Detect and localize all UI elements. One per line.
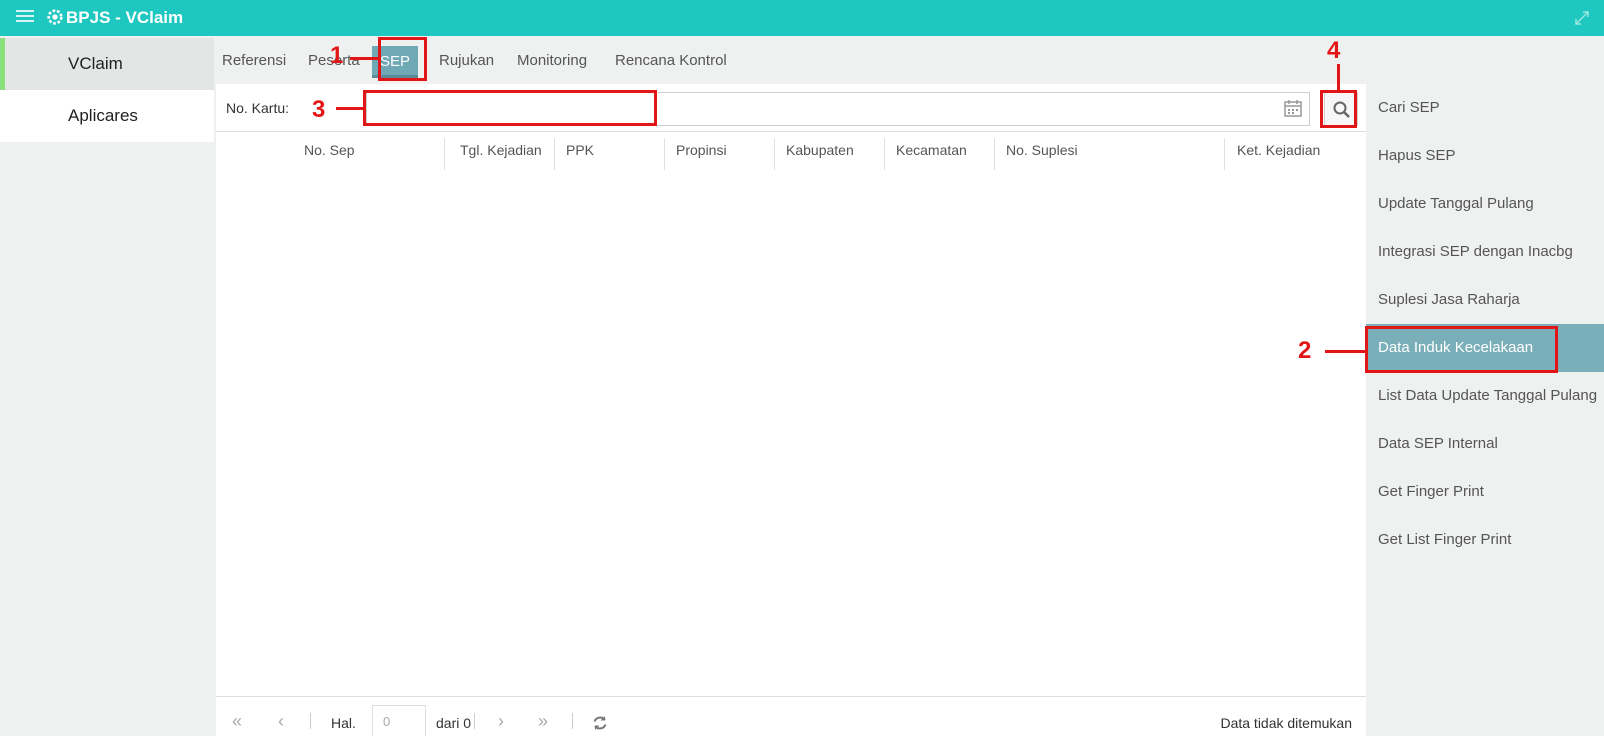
no-kartu-label: No. Kartu: [226,100,290,116]
tab-monitoring[interactable]: Monitoring [517,48,587,74]
calendar-icon[interactable] [1284,99,1302,117]
table-header: No. Sep Tgl. Kejadian PPK Propinsi Kabup… [216,132,1366,170]
annotation-number-3: 3 [312,96,326,123]
column-divider [1224,138,1225,170]
tab-referensi[interactable]: Referensi [222,48,286,74]
annotation-line-4 [1337,64,1340,90]
annotation-number-1: 1 [330,42,344,69]
annotation-box-2 [1365,326,1558,373]
previous-page-icon[interactable]: ‹ [278,711,284,732]
next-page-icon[interactable]: › [498,711,504,732]
menu-item-cari-sep[interactable]: Cari SEP [1366,84,1604,132]
menu-item-suplesi-jasa-raharja[interactable]: Suplesi Jasa Raharja [1366,276,1604,324]
column-divider [664,138,665,170]
annotation-number-2: 2 [1298,337,1312,364]
tab-rujukan[interactable]: Rujukan [439,48,494,74]
left-navigation: VClaim Aplicares [0,36,214,736]
nav-item-vclaim[interactable]: VClaim [0,38,214,90]
app-title: BPJS - VClaim [66,8,184,27]
page-label: Hal. [331,715,356,731]
last-page-icon[interactable]: » [538,711,548,732]
column-header-kabupaten[interactable]: Kabupaten [786,142,854,158]
nav-item-aplicares[interactable]: Aplicares [0,90,214,142]
annotation-box-3 [363,90,657,126]
annotation-number-4: 4 [1327,37,1341,64]
column-header-no-suplesi[interactable]: No. Suplesi [1006,142,1078,158]
column-header-kecamatan[interactable]: Kecamatan [896,142,967,158]
tab-rencana-kontrol[interactable]: Rencana Kontrol [615,48,727,74]
annotation-line-1 [350,57,378,60]
refresh-icon[interactable] [592,715,608,731]
column-divider [444,138,445,170]
pager-divider [310,713,311,729]
menu-item-get-finger-print[interactable]: Get Finger Print [1366,468,1604,516]
annotation-line-2 [1325,350,1365,353]
main-content: No. Kartu: No. Sep Tgl. Kejadian PPK Pro… [216,84,1366,736]
column-header-propinsi[interactable]: Propinsi [676,142,727,158]
first-page-icon[interactable]: « [232,711,242,732]
page-number-input[interactable]: 0 [372,705,426,736]
column-divider [884,138,885,170]
column-header-tgl-kejadian[interactable]: Tgl. Kejadian [460,142,542,158]
menu-item-data-sep-internal[interactable]: Data SEP Internal [1366,420,1604,468]
menu-item-update-tanggal-pulang[interactable]: Update Tanggal Pulang [1366,180,1604,228]
column-header-no-sep[interactable]: No. Sep [304,142,355,158]
title-bar: BPJS - VClaim [0,0,1604,36]
menu-item-integrasi-sep-inacbg[interactable]: Integrasi SEP dengan Inacbg [1366,228,1604,276]
page-total-label: dari 0 [436,715,472,731]
column-divider [994,138,995,170]
hamburger-menu-icon[interactable] [16,10,34,24]
column-divider [774,138,775,170]
menu-item-list-data-update-tanggal-pulang[interactable]: List Data Update Tanggal Pulang [1366,372,1604,420]
pager-status-text: Data tidak ditemukan [1220,715,1352,731]
menu-item-hapus-sep[interactable]: Hapus SEP [1366,132,1604,180]
annotation-box-1 [378,37,427,81]
pager-divider [572,713,573,729]
gear-icon [47,9,63,25]
column-divider [554,138,555,170]
annotation-line-3 [336,107,363,110]
expand-icon[interactable] [1574,10,1590,26]
menu-item-get-list-finger-print[interactable]: Get List Finger Print [1366,516,1604,564]
column-header-ppk[interactable]: PPK [566,142,594,158]
pager-divider [474,713,475,729]
pagination-bar: « ‹ Hal. 0 dari 0 › » Data tidak ditemuk… [216,696,1366,736]
annotation-box-4 [1320,90,1357,128]
column-header-ket-kejadian[interactable]: Ket. Kejadian [1237,142,1320,158]
